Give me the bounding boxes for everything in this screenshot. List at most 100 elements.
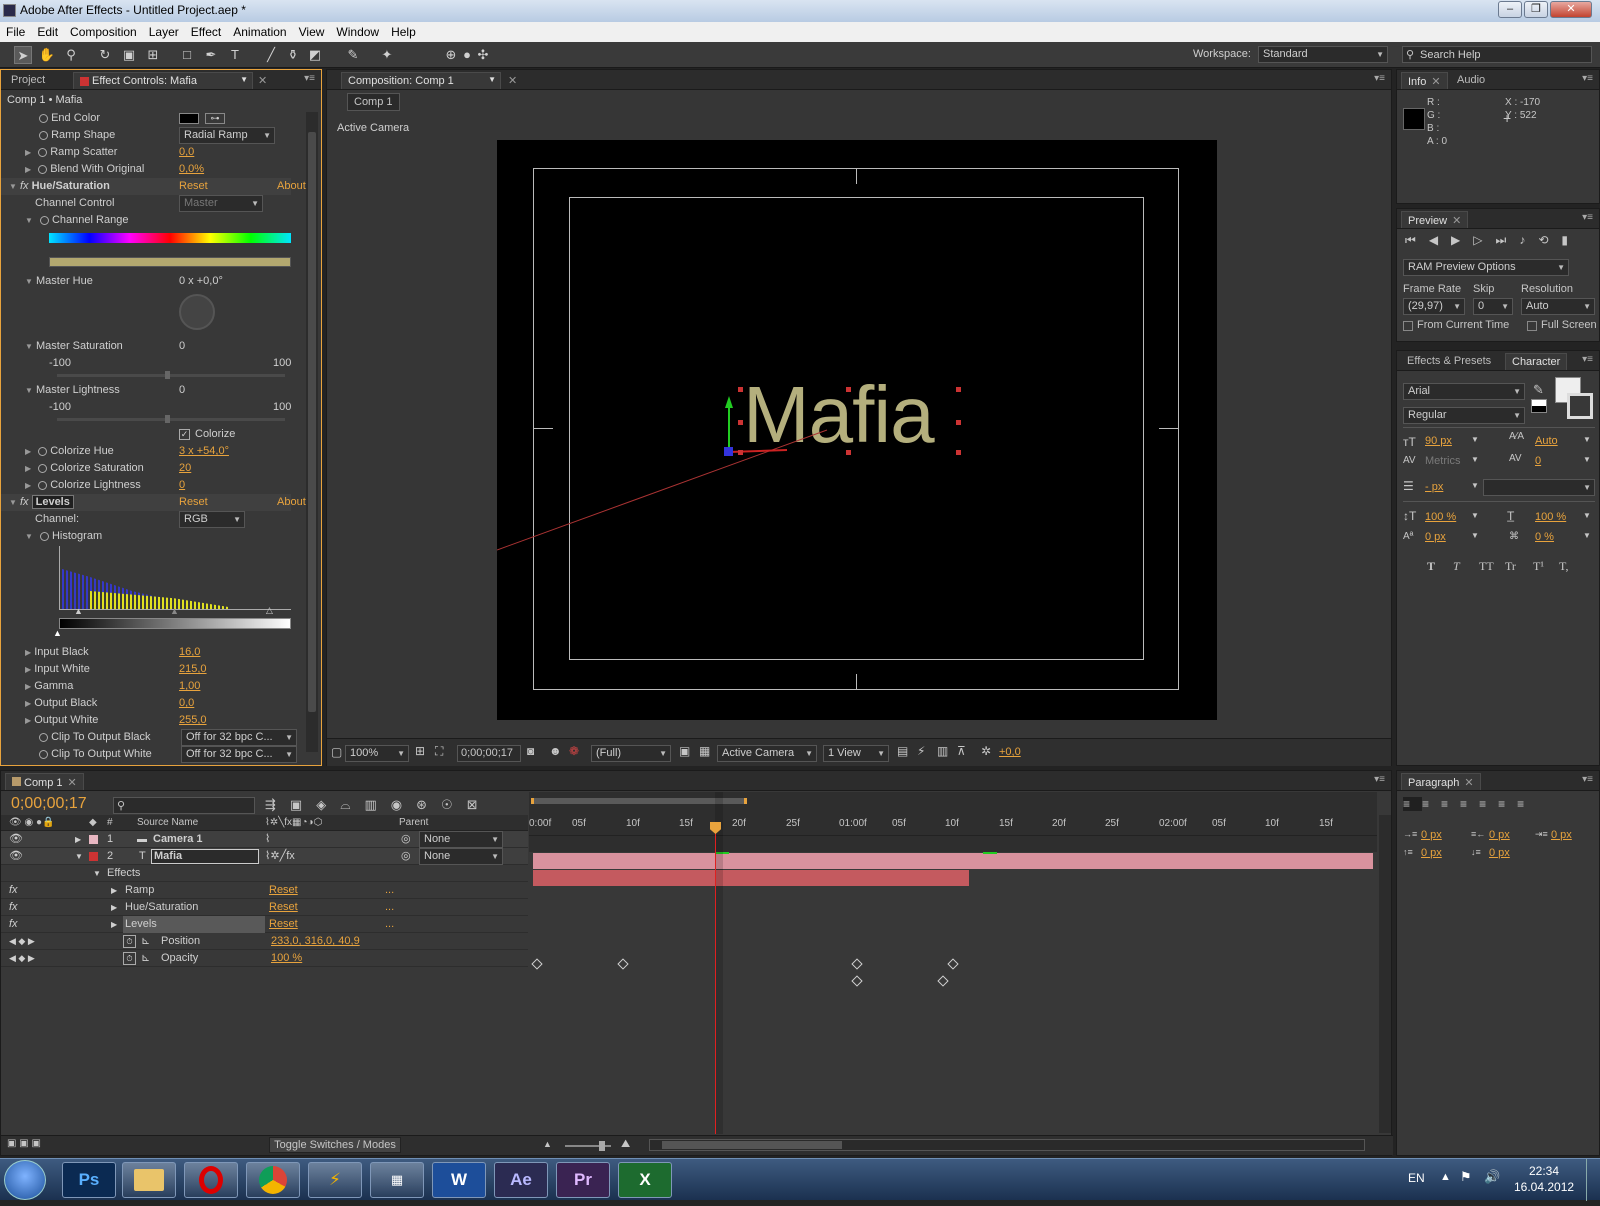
search-help-field[interactable]: ⚲ Search Help — [1402, 46, 1592, 63]
ram-preview-options-dropdown[interactable]: RAM Preview Options — [1403, 259, 1569, 276]
hue-sat-about[interactable]: About — [277, 178, 306, 195]
close-button[interactable]: ✕ — [1550, 1, 1592, 18]
leading-dropdown-icon[interactable]: ▼ — [1583, 435, 1591, 444]
master-lightness-slider[interactable] — [57, 415, 285, 423]
tab-character[interactable]: Character — [1505, 353, 1568, 370]
view-axis-icon[interactable]: ✣ — [474, 46, 492, 64]
colorize-lightness-value[interactable]: 0 — [179, 477, 185, 494]
tsume-dropdown-icon[interactable]: ▼ — [1583, 531, 1591, 540]
live-update-icon[interactable]: ▣ — [290, 797, 316, 812]
menu-help[interactable]: Help — [385, 22, 422, 40]
reset-exposure-icon[interactable]: ✲ — [981, 744, 991, 758]
composition-viewer[interactable]: Mafia — [497, 140, 1217, 720]
selection-tool-icon[interactable]: ➤ — [14, 46, 32, 64]
position-keyframe[interactable] — [851, 958, 863, 970]
eyedropper-icon[interactable]: ✎ — [1533, 382, 1544, 398]
pan-behind-tool-icon[interactable]: ⊞ — [144, 46, 162, 64]
panel-menu-icon[interactable]: ▾≡ — [304, 73, 315, 84]
timeline-search-input[interactable]: ⚲ — [113, 797, 255, 814]
camera-tool-icon[interactable]: ▣ — [120, 46, 138, 64]
show-desktop-button[interactable] — [1586, 1159, 1600, 1201]
auto-keyframe-icon[interactable]: ⊠ — [467, 797, 492, 812]
mafia-layer-bar[interactable] — [533, 870, 969, 886]
comp-mini-flowchart-icon[interactable]: ⇶ — [265, 797, 290, 812]
3d-view-dropdown[interactable]: Active Camera — [717, 745, 817, 762]
timeline-vertical-scrollbar[interactable] — [1379, 815, 1391, 1133]
transparency-grid-icon[interactable]: ▦ — [699, 744, 710, 758]
tray-arrow-icon[interactable]: ▲ — [1440, 1171, 1451, 1183]
eyedropper-icon[interactable]: ⊶ — [205, 113, 225, 124]
faux-italic-button[interactable]: T — [1453, 559, 1460, 574]
current-time-indicator[interactable] — [715, 822, 716, 1134]
next-frame-icon[interactable]: ▷ — [1473, 233, 1495, 247]
input-white-value[interactable]: 215,0 — [179, 661, 207, 678]
taskbar-after-effects[interactable]: Ae — [494, 1162, 548, 1198]
clip-output-black-dropdown[interactable]: Off for 32 bpc C... — [181, 729, 297, 746]
levels-about[interactable]: About — [277, 494, 306, 511]
tab-effects-presets[interactable]: Effects & Presets — [1401, 353, 1497, 370]
baseline-shift-value[interactable]: 0 px — [1425, 531, 1446, 543]
full-screen-checkbox[interactable] — [1527, 321, 1537, 331]
master-saturation-slider[interactable] — [57, 371, 285, 379]
skip-dropdown[interactable]: 0 — [1473, 298, 1513, 315]
opacity-keyframe[interactable] — [937, 975, 949, 987]
effect-ramp-row[interactable]: fx ▶ Ramp Reset... — [1, 882, 528, 899]
brush-tool-icon[interactable]: ╱ — [262, 46, 280, 64]
clip-output-white-dropdown[interactable]: Off for 32 bpc C... — [181, 746, 297, 763]
start-button[interactable] — [4, 1160, 46, 1200]
parent-dropdown[interactable]: None — [419, 831, 503, 848]
roto-brush-tool-icon[interactable]: ✎ — [344, 46, 362, 64]
ramp-scatter-value[interactable]: 0,0 — [179, 144, 194, 161]
timeline-current-time[interactable]: 0;00;00;17 — [11, 795, 87, 813]
space-after-value[interactable]: 0 px — [1489, 847, 1510, 859]
loop-icon[interactable]: ⟲ — [1538, 233, 1561, 247]
taskbar-chrome[interactable] — [246, 1162, 300, 1198]
workspace-dropdown[interactable]: Standard — [1258, 46, 1388, 63]
menu-edit[interactable]: Edit — [31, 22, 64, 40]
stroke-width-dropdown-icon[interactable]: ▼ — [1471, 481, 1479, 490]
pen-tool-icon[interactable]: ✒ — [202, 46, 220, 64]
font-family-dropdown[interactable]: Arial — [1403, 383, 1525, 400]
timeline-graph-area[interactable]: 0:00f 05f 10f 15f 20f 25f 01:00f 05f 10f 15f 20f 25… — [529, 792, 1377, 1134]
stopwatch-icon[interactable] — [39, 130, 48, 140]
horizontal-scale-dropdown-icon[interactable]: ▼ — [1583, 511, 1591, 520]
stroke-width-value[interactable]: - px — [1425, 481, 1443, 493]
stopwatch-icon[interactable]: ⏱ — [123, 935, 136, 948]
menu-animation[interactable]: Animation — [227, 22, 292, 40]
taskbar-word[interactable]: W — [432, 1162, 486, 1198]
flowchart-icon[interactable]: ⊼ — [957, 744, 966, 758]
menu-composition[interactable]: Composition — [64, 22, 143, 40]
opacity-keyframe[interactable] — [851, 975, 863, 987]
taskbar-premiere[interactable]: Pr — [556, 1162, 610, 1198]
stopwatch-icon[interactable] — [39, 215, 49, 225]
stopwatch-icon[interactable] — [39, 531, 49, 541]
stopwatch-icon[interactable]: ⏱ — [123, 952, 136, 965]
toggle-pixel-aspect-icon[interactable]: ▤ — [897, 744, 908, 758]
space-before-value[interactable]: 0 px — [1421, 847, 1442, 859]
tab-paragraph[interactable]: Paragraph ✕ — [1401, 773, 1481, 790]
tracking-dropdown-icon[interactable]: ▼ — [1583, 455, 1591, 464]
gamma-value[interactable]: 1,00 — [179, 678, 200, 695]
parent-dropdown[interactable]: None — [419, 848, 503, 865]
exposure-value[interactable]: +0,0 — [999, 746, 1021, 758]
justify-center-icon[interactable]: ≡ — [1479, 797, 1498, 811]
magnification-dropdown[interactable]: 100% — [345, 745, 409, 762]
expand-layer-icon[interactable]: ▶ — [75, 831, 81, 848]
fx-icon[interactable]: fx — [20, 180, 29, 192]
system-clock[interactable]: 22:34 16.04.2012 — [1514, 1163, 1574, 1195]
comp-breadcrumb-tab[interactable]: Comp 1 — [347, 93, 400, 111]
hue-sat-timeline-reset[interactable]: Reset — [269, 899, 298, 916]
tracking-value[interactable]: 0 — [1535, 455, 1541, 467]
menu-effect[interactable]: Effect — [185, 22, 227, 40]
kerning-dropdown-icon[interactable]: ▼ — [1471, 455, 1479, 464]
stroke-style-dropdown[interactable] — [1483, 479, 1595, 496]
timeline-icon[interactable]: ▥ — [937, 744, 948, 758]
effect-controls-scrollbar[interactable] — [306, 112, 318, 752]
indent-left-value[interactable]: 0 px — [1421, 829, 1442, 841]
layer-label-color[interactable] — [89, 835, 98, 844]
close-tab-icon[interactable]: ✕ — [258, 74, 267, 87]
timeline-horizontal-scrollbar[interactable] — [649, 1139, 1365, 1151]
taskbar-excel[interactable]: X — [618, 1162, 672, 1198]
superscript-button[interactable]: T¹ — [1533, 559, 1544, 574]
layer-label-color[interactable] — [89, 852, 98, 861]
